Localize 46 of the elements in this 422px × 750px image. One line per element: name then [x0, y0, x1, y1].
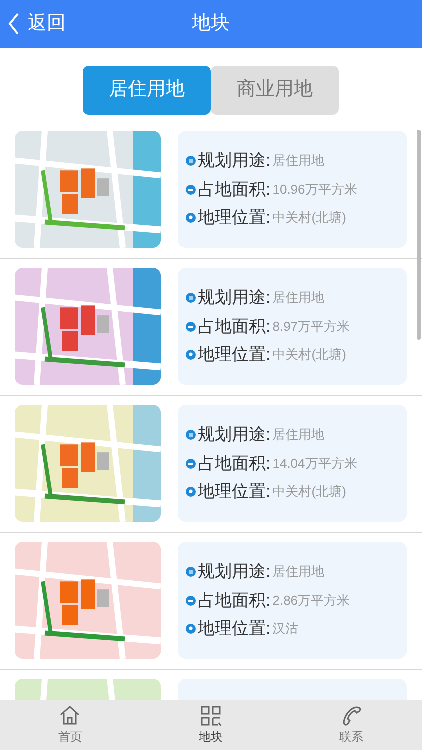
field-label: 地理位置:: [198, 344, 271, 366]
area-icon: [186, 184, 196, 194]
area-icon: [186, 596, 196, 606]
page-title: 地块: [192, 12, 230, 36]
grid-icon: [199, 704, 223, 728]
field-label: 占地面积:: [198, 178, 271, 201]
field-value: 中关村(北塘): [272, 483, 346, 502]
tab[interactable]: 商业用地: [211, 66, 339, 115]
nav-item[interactable]: 地块: [140, 700, 282, 750]
nav-item[interactable]: 联系: [281, 700, 422, 750]
field-value: 居住用地: [272, 563, 325, 582]
field-value: 14.04万平方米: [272, 454, 358, 473]
field-label: 占地面积:: [198, 590, 271, 612]
location-pin-icon: [186, 487, 196, 497]
list-icon: [186, 567, 196, 577]
field-label: 规划用途:: [198, 561, 271, 584]
nav-item[interactable]: 首页: [0, 700, 141, 750]
field-label: 规划用途:: [198, 424, 271, 446]
field-label: 地理位置:: [198, 481, 271, 504]
location-pin-icon: [186, 213, 196, 223]
field-value: 居住用地: [272, 152, 325, 170]
field-value: 居住用地: [272, 289, 325, 308]
tab[interactable]: 居住用地: [83, 66, 211, 115]
field-value: 中关村(北塘): [272, 209, 346, 228]
field-label: 地理位置:: [198, 618, 271, 640]
home-icon: [58, 704, 82, 728]
field-value: 居住用地: [272, 426, 325, 444]
chevron-left-icon: [8, 12, 20, 36]
field-value: 10.96万平方米: [272, 180, 358, 199]
field-label: 地理位置:: [198, 207, 271, 230]
field-value: 汉沽: [272, 620, 299, 638]
area-icon: [186, 458, 196, 468]
location-pin-icon: [186, 350, 196, 360]
field-value: 2.86万平方米: [272, 592, 350, 610]
back-button[interactable]: 返回: [0, 10, 66, 38]
location-pin-icon: [186, 624, 196, 634]
field-label: 规划用途:: [198, 287, 271, 310]
list-icon: [186, 156, 196, 166]
list-icon: [186, 293, 196, 303]
field-value: 中关村(北塘): [272, 346, 346, 364]
field-label: 占地面积:: [198, 452, 271, 475]
field-value: 8.97万平方米: [272, 318, 350, 336]
field-label: 占地面积:: [198, 316, 271, 338]
field-label: 规划用途:: [198, 150, 271, 172]
list-icon: [186, 430, 196, 440]
area-icon: [186, 322, 196, 332]
